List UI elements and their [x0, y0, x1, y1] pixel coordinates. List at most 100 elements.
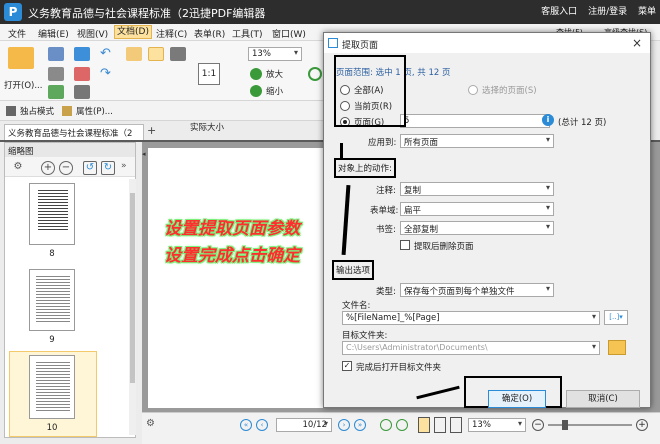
- export-icon[interactable]: [48, 85, 64, 99]
- menu-link[interactable]: 菜单: [638, 7, 656, 17]
- back-icon[interactable]: [380, 419, 392, 431]
- undo-icon[interactable]: ↶: [100, 47, 116, 61]
- single-page-icon[interactable]: [418, 417, 430, 433]
- settings-icon[interactable]: ⚙: [11, 161, 25, 175]
- close-icon[interactable]: ×: [632, 36, 642, 50]
- radio-selected[interactable]: [468, 85, 478, 95]
- next-page-icon[interactable]: ›: [338, 419, 350, 431]
- zoom-in-button[interactable]: 放大: [266, 68, 283, 80]
- scan-icon[interactable]: [74, 85, 90, 99]
- settings-icon[interactable]: ⚙: [146, 418, 155, 429]
- rotate-left-icon[interactable]: ↺: [83, 161, 97, 175]
- first-page-icon[interactable]: «: [240, 419, 252, 431]
- open-folder-checkbox[interactable]: ✓: [342, 361, 352, 371]
- redo-icon[interactable]: ↷: [100, 67, 116, 81]
- ok-button[interactable]: 确定(O): [488, 390, 546, 408]
- cloud-icon[interactable]: [74, 47, 90, 61]
- zoom-slider[interactable]: [548, 424, 632, 426]
- delete-after-label[interactable]: 提取后删除页面: [414, 240, 474, 252]
- zoom-slider-handle[interactable]: [562, 420, 568, 430]
- menu-tools[interactable]: 工具(T): [232, 27, 263, 40]
- page-number-input[interactable]: 10/12: [276, 418, 332, 432]
- info-icon[interactable]: i: [542, 114, 554, 126]
- annotations-select[interactable]: 复制: [400, 182, 554, 196]
- browse-folder-icon[interactable]: [608, 340, 626, 355]
- thumbnail-page-9[interactable]: [29, 269, 75, 331]
- title-bar: P 义务教育品德与社会课程标准（2迅捷PDF编辑器 客服入口 注册/登录 菜单: [0, 0, 660, 24]
- menu-form[interactable]: 表单(R): [194, 27, 225, 40]
- apply-to-select[interactable]: 所有页面: [400, 134, 554, 148]
- thumbnail-page-8[interactable]: [29, 183, 75, 245]
- annotation-line-1: 设置提取页面参数: [164, 219, 300, 239]
- page-text-graphic: [36, 276, 70, 324]
- zoom-out-icon[interactable]: [250, 85, 262, 97]
- snapshot-icon[interactable]: [170, 47, 186, 61]
- bookmarks-label: 书签:: [376, 225, 396, 235]
- support-link[interactable]: 客服入口: [541, 7, 577, 17]
- zoom-select[interactable]: 13%: [248, 47, 302, 61]
- status-bar: ⚙ « ‹ 10/12 › » 13% − +: [142, 412, 660, 444]
- save-icon[interactable]: [48, 47, 64, 61]
- zoom-in-icon[interactable]: [250, 68, 262, 80]
- zoom-in-thumb-icon[interactable]: +: [41, 161, 55, 175]
- zoom-out-thumb-icon[interactable]: −: [59, 161, 73, 175]
- filename-macro-icon[interactable]: [..]▾: [604, 310, 628, 325]
- menu-view[interactable]: 视图(V): [77, 27, 108, 40]
- form-fields-label: 表单域:: [370, 206, 399, 216]
- annotation-line-2: 设置完成点击确定: [164, 246, 300, 266]
- chevron-down-icon[interactable]: »: [121, 161, 127, 171]
- page-number-9: 9: [49, 335, 55, 345]
- delete-after-checkbox[interactable]: [400, 240, 410, 250]
- pages-input[interactable]: 5: [400, 114, 550, 128]
- bookmarks-select[interactable]: 全部复制: [400, 221, 554, 235]
- status-zoom-select[interactable]: 13%: [468, 418, 526, 432]
- scrollbar-thumb[interactable]: [130, 193, 135, 383]
- fit-icon: 1:1: [198, 63, 220, 85]
- menu-comment[interactable]: 注释(C): [156, 27, 187, 40]
- menu-document[interactable]: 文档(D): [114, 25, 152, 39]
- email-icon[interactable]: [74, 67, 90, 81]
- filename-label: 文件名:: [342, 301, 371, 311]
- rotate-icon[interactable]: [308, 67, 322, 81]
- left-arrow-icon[interactable]: ◂: [142, 150, 148, 158]
- type-label: 类型:: [376, 287, 396, 297]
- document-page: [148, 148, 328, 408]
- open-folder-icon[interactable]: [8, 47, 34, 69]
- document-tab[interactable]: 义务教育品德与社会课程标准（2: [4, 124, 144, 140]
- zoom-out-status-icon[interactable]: −: [532, 419, 544, 431]
- prev-page-icon[interactable]: ‹: [256, 419, 268, 431]
- folder-input[interactable]: C:\Users\Administrator\Documents\: [342, 341, 600, 355]
- thumbnail-page-10[interactable]: [29, 355, 75, 419]
- hand-tool-icon[interactable]: [148, 47, 164, 61]
- menu-file[interactable]: 文件: [8, 27, 26, 40]
- actual-size-button[interactable]: 实际大小: [190, 121, 224, 133]
- cancel-button[interactable]: 取消(C): [566, 390, 640, 408]
- login-link[interactable]: 注册/登录: [588, 7, 627, 17]
- properties-button[interactable]: 属性(P)...: [76, 105, 113, 117]
- radio-selected-label[interactable]: 选择的页面(S): [482, 84, 537, 96]
- facing-page-icon[interactable]: [450, 417, 462, 433]
- zoom-in-status-icon[interactable]: +: [636, 419, 648, 431]
- arrow-down-1: [340, 143, 343, 159]
- zoom-out-button[interactable]: 缩小: [266, 85, 283, 97]
- solo-mode-button[interactable]: 独占模式: [20, 105, 54, 117]
- print-icon[interactable]: [48, 67, 64, 81]
- page-number-8: 8: [49, 249, 55, 259]
- ribbon-toolbar: 打开(O)... ↶ ↷ 1:1 实际大小 13% 放大 缩小: [0, 41, 330, 133]
- continuous-page-icon[interactable]: [434, 417, 446, 433]
- forward-icon[interactable]: [396, 419, 408, 431]
- form-fields-select[interactable]: 扁平: [400, 202, 554, 216]
- menu-window[interactable]: 窗口(W): [272, 27, 306, 40]
- new-tab-icon[interactable]: +: [147, 124, 156, 137]
- actual-size-icon[interactable]: [196, 85, 222, 99]
- page-number-10: 10: [46, 423, 58, 433]
- filename-input[interactable]: %[FileName]_%[Page]: [342, 311, 600, 325]
- output-type-select[interactable]: 保存每个页面到每个单独文件: [400, 283, 554, 297]
- open-folder-label[interactable]: 完成后打开目标文件夹: [356, 361, 441, 373]
- open-button[interactable]: 打开(O)...: [4, 79, 42, 91]
- rotate-right-icon[interactable]: ↻: [101, 161, 115, 175]
- menu-edit[interactable]: 编辑(E): [38, 27, 69, 40]
- select-icon[interactable]: [126, 47, 142, 61]
- page-table-graphic: [38, 190, 68, 230]
- last-page-icon[interactable]: »: [354, 419, 366, 431]
